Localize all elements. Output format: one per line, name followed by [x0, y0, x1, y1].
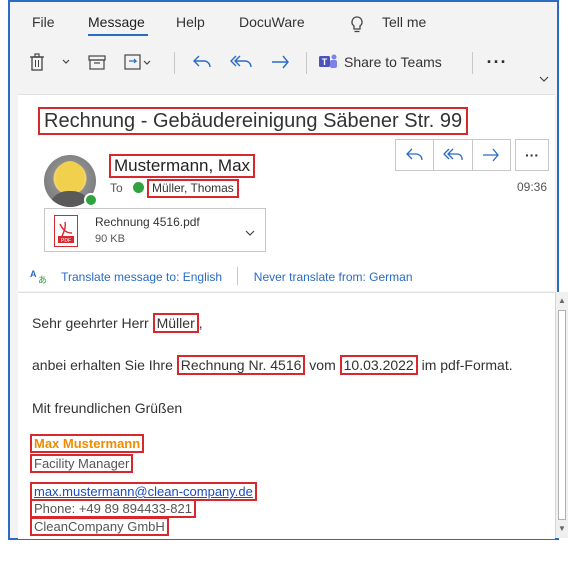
teams-icon: T	[318, 53, 338, 71]
ribbon-toolbar: T Share to Teams ···	[10, 42, 557, 82]
active-tab-indicator	[88, 34, 148, 36]
move-icon[interactable]	[123, 50, 153, 74]
invoice-number: Rechnung Nr. 4516	[176, 355, 306, 375]
translate-separator	[237, 267, 239, 285]
forward-button[interactable]	[473, 140, 510, 170]
attachment-name: Rechnung 4516.pdf	[95, 215, 200, 229]
delete-icon[interactable]	[26, 50, 48, 74]
toolbar-separator	[472, 52, 473, 74]
avatar-face	[56, 161, 84, 195]
reply-icon[interactable]	[190, 50, 214, 74]
svg-text:A: A	[30, 269, 37, 279]
sender-name[interactable]: Mustermann, Max	[109, 154, 256, 178]
invoice-date: 10.03.2022	[339, 355, 418, 375]
scroll-up-arrow-icon[interactable]: ▲	[557, 295, 567, 307]
translate-bar: Aあ Translate message to: English Never t…	[30, 267, 413, 287]
signature-role-line: Facility Manager	[30, 454, 134, 473]
scroll-down-arrow-icon[interactable]: ▼	[557, 523, 567, 535]
toolbar-separator	[306, 52, 307, 74]
email-subject: Rechnung - Gebäudereinigung Säbener Str.…	[38, 107, 469, 135]
greeting-suffix: ,	[198, 315, 203, 331]
closing-line: Mit freundlichen Grüßen	[32, 400, 183, 416]
share-to-teams-label: Share to Teams	[344, 54, 442, 70]
toolbar-separator	[174, 52, 175, 74]
message-header: Rechnung - Gebäudereinigung Säbener Str.…	[18, 94, 555, 291]
to-label: To	[110, 181, 123, 195]
lightbulb-icon[interactable]	[350, 16, 366, 34]
archive-icon[interactable]	[86, 50, 108, 74]
invoice-line-prefix: anbei erhalten Sie Ihre	[32, 357, 177, 373]
signature-name: Max Mustermann	[30, 434, 145, 453]
message-more-button[interactable]: ···	[515, 139, 549, 171]
invoice-line-mid: vom	[305, 357, 340, 373]
greeting-name: Müller	[152, 313, 199, 333]
translate-message-link[interactable]: Translate message to: English	[61, 270, 222, 284]
body-scrollbar[interactable]: ▲ ▼	[555, 292, 568, 538]
recipient-name[interactable]: Müller, Thomas	[147, 179, 239, 198]
svg-text:PDF: PDF	[61, 238, 71, 244]
pdf-file-icon: PDF	[54, 215, 78, 247]
tell-me-search[interactable]: Tell me	[382, 14, 426, 30]
message-body[interactable]: Sehr geehrter Herr Müller, anbei erhalte…	[18, 292, 555, 539]
signature-company-line: CleanCompany GmbH	[30, 517, 169, 536]
tab-docuware[interactable]: DocuWare	[239, 14, 305, 30]
tab-help[interactable]: Help	[176, 14, 205, 30]
recipient-presence-icon	[133, 182, 144, 193]
invoice-line: anbei erhalten Sie Ihre Rechnung Nr. 451…	[32, 355, 513, 375]
presence-available-icon	[84, 193, 98, 207]
signature-company: CleanCompany GmbH	[30, 517, 169, 536]
chevron-down-icon[interactable]	[60, 50, 72, 74]
tab-file[interactable]: File	[32, 14, 55, 30]
scrollbar-thumb[interactable]	[558, 310, 566, 520]
tab-message[interactable]: Message	[88, 14, 145, 30]
reply-button[interactable]	[396, 140, 435, 170]
more-options-label: ···	[486, 51, 508, 72]
greeting-line: Sehr geehrter Herr Müller,	[32, 313, 203, 333]
reply-all-icon[interactable]	[228, 50, 254, 74]
svg-text:あ: あ	[38, 275, 47, 284]
invoice-line-suffix: im pdf-Format.	[417, 357, 513, 373]
received-time: 09:36	[517, 180, 548, 194]
reply-actions	[395, 139, 511, 171]
reply-all-button[interactable]	[434, 140, 473, 170]
svg-text:T: T	[322, 57, 328, 67]
chevron-down-icon[interactable]	[245, 224, 255, 242]
menu-bar: File Message Help DocuWare Tell me	[10, 8, 557, 36]
signature-role: Facility Manager	[30, 454, 134, 473]
never-translate-link[interactable]: Never translate from: German	[254, 270, 413, 284]
translate-icon: Aあ	[30, 268, 48, 287]
greeting-prefix: Sehr geehrter Herr	[32, 315, 153, 331]
more-options-button[interactable]: ···	[482, 50, 512, 74]
forward-icon[interactable]	[268, 50, 292, 74]
signature-phone-line: Phone: +49 89 894433-821	[30, 499, 196, 518]
attachment-card[interactable]: PDF Rechnung 4516.pdf 90 KB	[44, 208, 266, 252]
signature-name-line: Max Mustermann	[30, 434, 145, 453]
outlook-window: File Message Help DocuWare Tell me T Sha…	[8, 0, 568, 540]
share-to-teams-button[interactable]: T Share to Teams	[318, 50, 468, 74]
attachment-size: 90 KB	[95, 233, 125, 245]
ribbon-collapse-chevron-icon[interactable]	[539, 70, 549, 88]
signature-phone: Phone: +49 89 894433-821	[30, 499, 196, 518]
